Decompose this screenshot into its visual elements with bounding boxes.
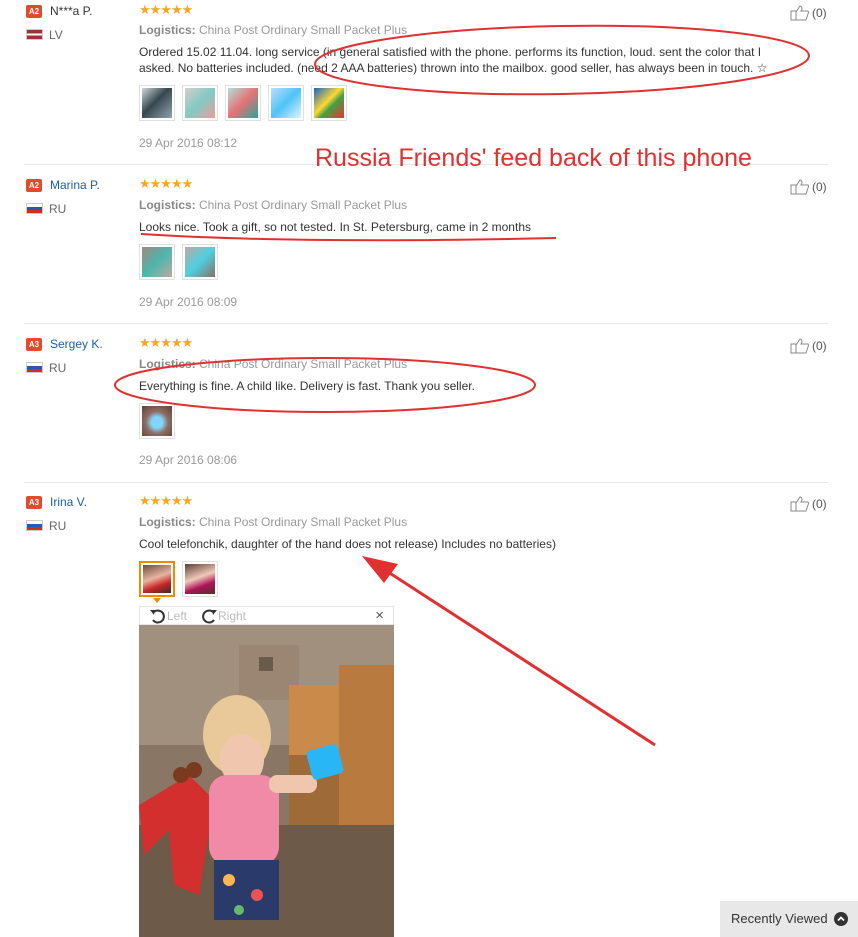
- annotation-overlay: [114, 24, 810, 747]
- chevron-up-icon: [834, 912, 848, 926]
- arrow-shaft: [384, 568, 656, 747]
- annotation-ellipse: [114, 357, 536, 413]
- annotation-ellipse: [314, 24, 810, 96]
- arrow-head-icon: [362, 556, 398, 583]
- annotation-underline: [140, 233, 557, 242]
- recently-viewed-label: Recently Viewed: [731, 911, 828, 926]
- recently-viewed-button[interactable]: Recently Viewed: [720, 901, 858, 937]
